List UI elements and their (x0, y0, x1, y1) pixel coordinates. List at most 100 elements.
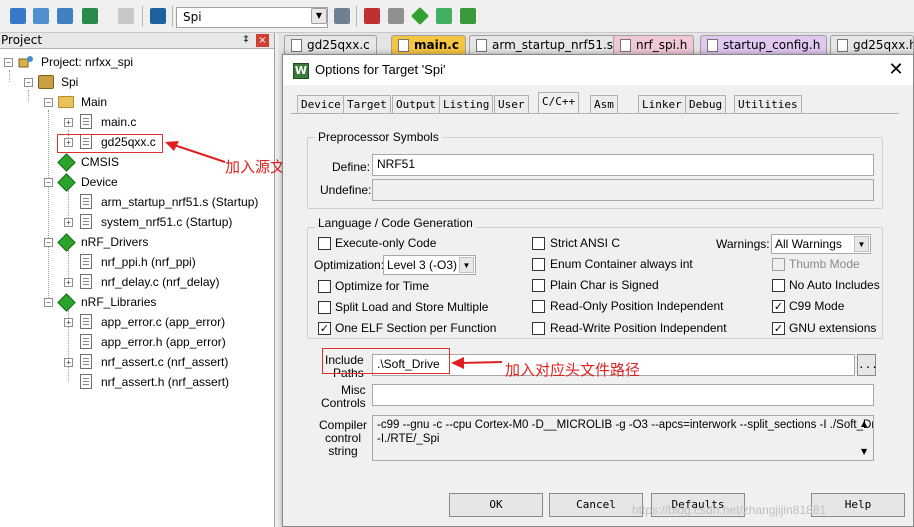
thumb-mode-checkbox[interactable] (772, 258, 785, 271)
select-packs-icon[interactable] (388, 8, 404, 24)
gnu-extensions-checkbox[interactable]: ✓ (772, 322, 785, 335)
highlight-box (322, 348, 450, 374)
plain-char-label: Plain Char is Signed (550, 278, 659, 292)
warnings-select[interactable]: All Warnings ▼ (771, 234, 871, 254)
read-write-pi-label: Read-Write Position Independent (550, 321, 727, 335)
pack-installer-icon[interactable] (410, 6, 430, 26)
one-elf-label: One ELF Section per Function (335, 321, 497, 335)
optimize-time-checkbox[interactable] (318, 280, 331, 293)
load-icon[interactable] (150, 8, 166, 24)
editor-tab[interactable]: startup_config.h (700, 35, 828, 55)
tree-guide (48, 110, 49, 302)
execute-only-label: Execute-only Code (335, 236, 437, 250)
rebuild-icon[interactable] (57, 8, 73, 24)
tab-divider (291, 113, 899, 114)
tab-utilities[interactable]: Utilities (734, 95, 802, 113)
strict-ansi-checkbox[interactable] (532, 237, 545, 250)
optimization-label: Optimization: (314, 258, 385, 272)
folder-icon (58, 96, 74, 108)
tab-asm[interactable]: Asm (590, 95, 618, 113)
toolbar: Spi ▼ (0, 0, 914, 33)
dialog-titlebar: W Options for Target 'Spi' ✕ (283, 55, 913, 85)
file-icon (80, 274, 92, 289)
options-for-target-icon: W (293, 63, 309, 79)
editor-tab[interactable]: nrf_spi.h (613, 35, 695, 55)
browse-button[interactable]: ... (857, 354, 878, 376)
tab-debug[interactable]: Debug (685, 95, 727, 113)
chevron-down-icon[interactable]: ▼ (311, 8, 327, 24)
optimize-time-label: Optimize for Time (335, 279, 430, 293)
tab-output[interactable]: Output (392, 95, 440, 113)
target-select[interactable]: Spi (176, 7, 328, 28)
watermark: https://blog.csdn.net/zhangjijin81881 (632, 503, 827, 517)
file-icon (80, 194, 92, 209)
toolbar-separator (142, 6, 143, 27)
tab-user[interactable]: User (494, 95, 529, 113)
split-load-checkbox[interactable] (318, 301, 331, 314)
warnings-value: All Warnings (775, 237, 842, 251)
file-icon (476, 39, 487, 52)
options-dialog: W Options for Target 'Spi' ✕ Device Targ… (282, 54, 914, 527)
manage-project-items-icon[interactable] (364, 8, 380, 24)
close-icon[interactable]: × (256, 34, 269, 47)
dialog-title: Options for Target 'Spi' (315, 62, 446, 77)
enum-container-label: Enum Container always int (550, 257, 693, 271)
close-icon[interactable]: ✕ (885, 60, 907, 80)
plain-char-checkbox[interactable] (532, 279, 545, 292)
tab-c-cpp[interactable]: C/C++ (538, 92, 580, 114)
file-icon (837, 39, 848, 52)
translate-icon[interactable] (10, 8, 26, 24)
c99-mode-checkbox[interactable]: ✓ (772, 300, 785, 313)
split-load-label: Split Load and Store Multiple (335, 300, 489, 314)
warnings-label: Warnings: (716, 237, 770, 251)
editor-tab[interactable]: gd25qxx.h (830, 35, 914, 55)
options-for-target-icon[interactable] (334, 8, 350, 24)
tab-linker[interactable]: Linker (638, 95, 686, 113)
no-auto-includes-checkbox[interactable] (772, 279, 785, 292)
read-only-pi-label: Read-Only Position Independent (550, 299, 724, 313)
batch-build-icon[interactable] (82, 8, 98, 24)
configure-icon[interactable] (460, 8, 476, 24)
editor-tab[interactable]: arm_startup_nrf51.s (469, 35, 621, 55)
file-icon (80, 314, 92, 329)
no-auto-includes-label: No Auto Includes (789, 278, 880, 292)
editor-tab[interactable]: gd25qxx.c (284, 35, 377, 55)
file-icon (707, 39, 718, 52)
chevron-down-icon: ▼ (854, 236, 869, 252)
define-label: Define: (332, 160, 371, 174)
define-input[interactable]: NRF51 (372, 154, 874, 176)
file-icon (80, 334, 92, 349)
read-write-pi-checkbox[interactable] (532, 322, 545, 335)
enum-container-checkbox[interactable] (532, 258, 545, 271)
editor-tab-active[interactable]: main.c (391, 35, 466, 55)
toolbar-separator (172, 6, 173, 27)
tab-device[interactable]: Device (297, 95, 345, 113)
strict-ansi-label: Strict ANSI C (550, 236, 621, 250)
misc-controls-input[interactable] (372, 384, 874, 406)
optimization-select[interactable]: Level 3 (-O3) ▼ (383, 255, 476, 275)
file-icon (80, 114, 92, 129)
ok-button[interactable]: OK (449, 493, 543, 517)
compiler-control-string: -c99 --gnu -c --cpu Cortex-M0 -D__MICROL… (372, 415, 874, 461)
file-icon (80, 354, 92, 369)
execute-only-checkbox[interactable] (318, 237, 331, 250)
file-icon (80, 214, 92, 229)
file-icon (398, 39, 409, 52)
manage-run-time-env-icon[interactable] (436, 8, 452, 24)
pin-icon[interactable]: ‡ (240, 34, 252, 46)
scroll-up-icon[interactable]: ▲ (861, 419, 867, 428)
project-icon (18, 55, 34, 69)
undefine-input[interactable] (372, 179, 874, 201)
build-icon[interactable] (33, 8, 49, 24)
one-elf-checkbox[interactable]: ✓ (318, 322, 331, 335)
cancel-button[interactable]: Cancel (549, 493, 643, 517)
stop-build-icon[interactable] (118, 8, 134, 24)
tab-target[interactable]: Target (343, 95, 391, 113)
toolbar-separator (356, 6, 357, 27)
read-only-pi-checkbox[interactable] (532, 300, 545, 313)
file-icon (80, 374, 92, 389)
c99-mode-label: C99 Mode (789, 299, 845, 313)
optimization-value: Level 3 (-O3) (387, 258, 458, 272)
scroll-down-icon[interactable]: ▼ (861, 447, 867, 456)
tab-listing[interactable]: Listing (439, 95, 494, 113)
